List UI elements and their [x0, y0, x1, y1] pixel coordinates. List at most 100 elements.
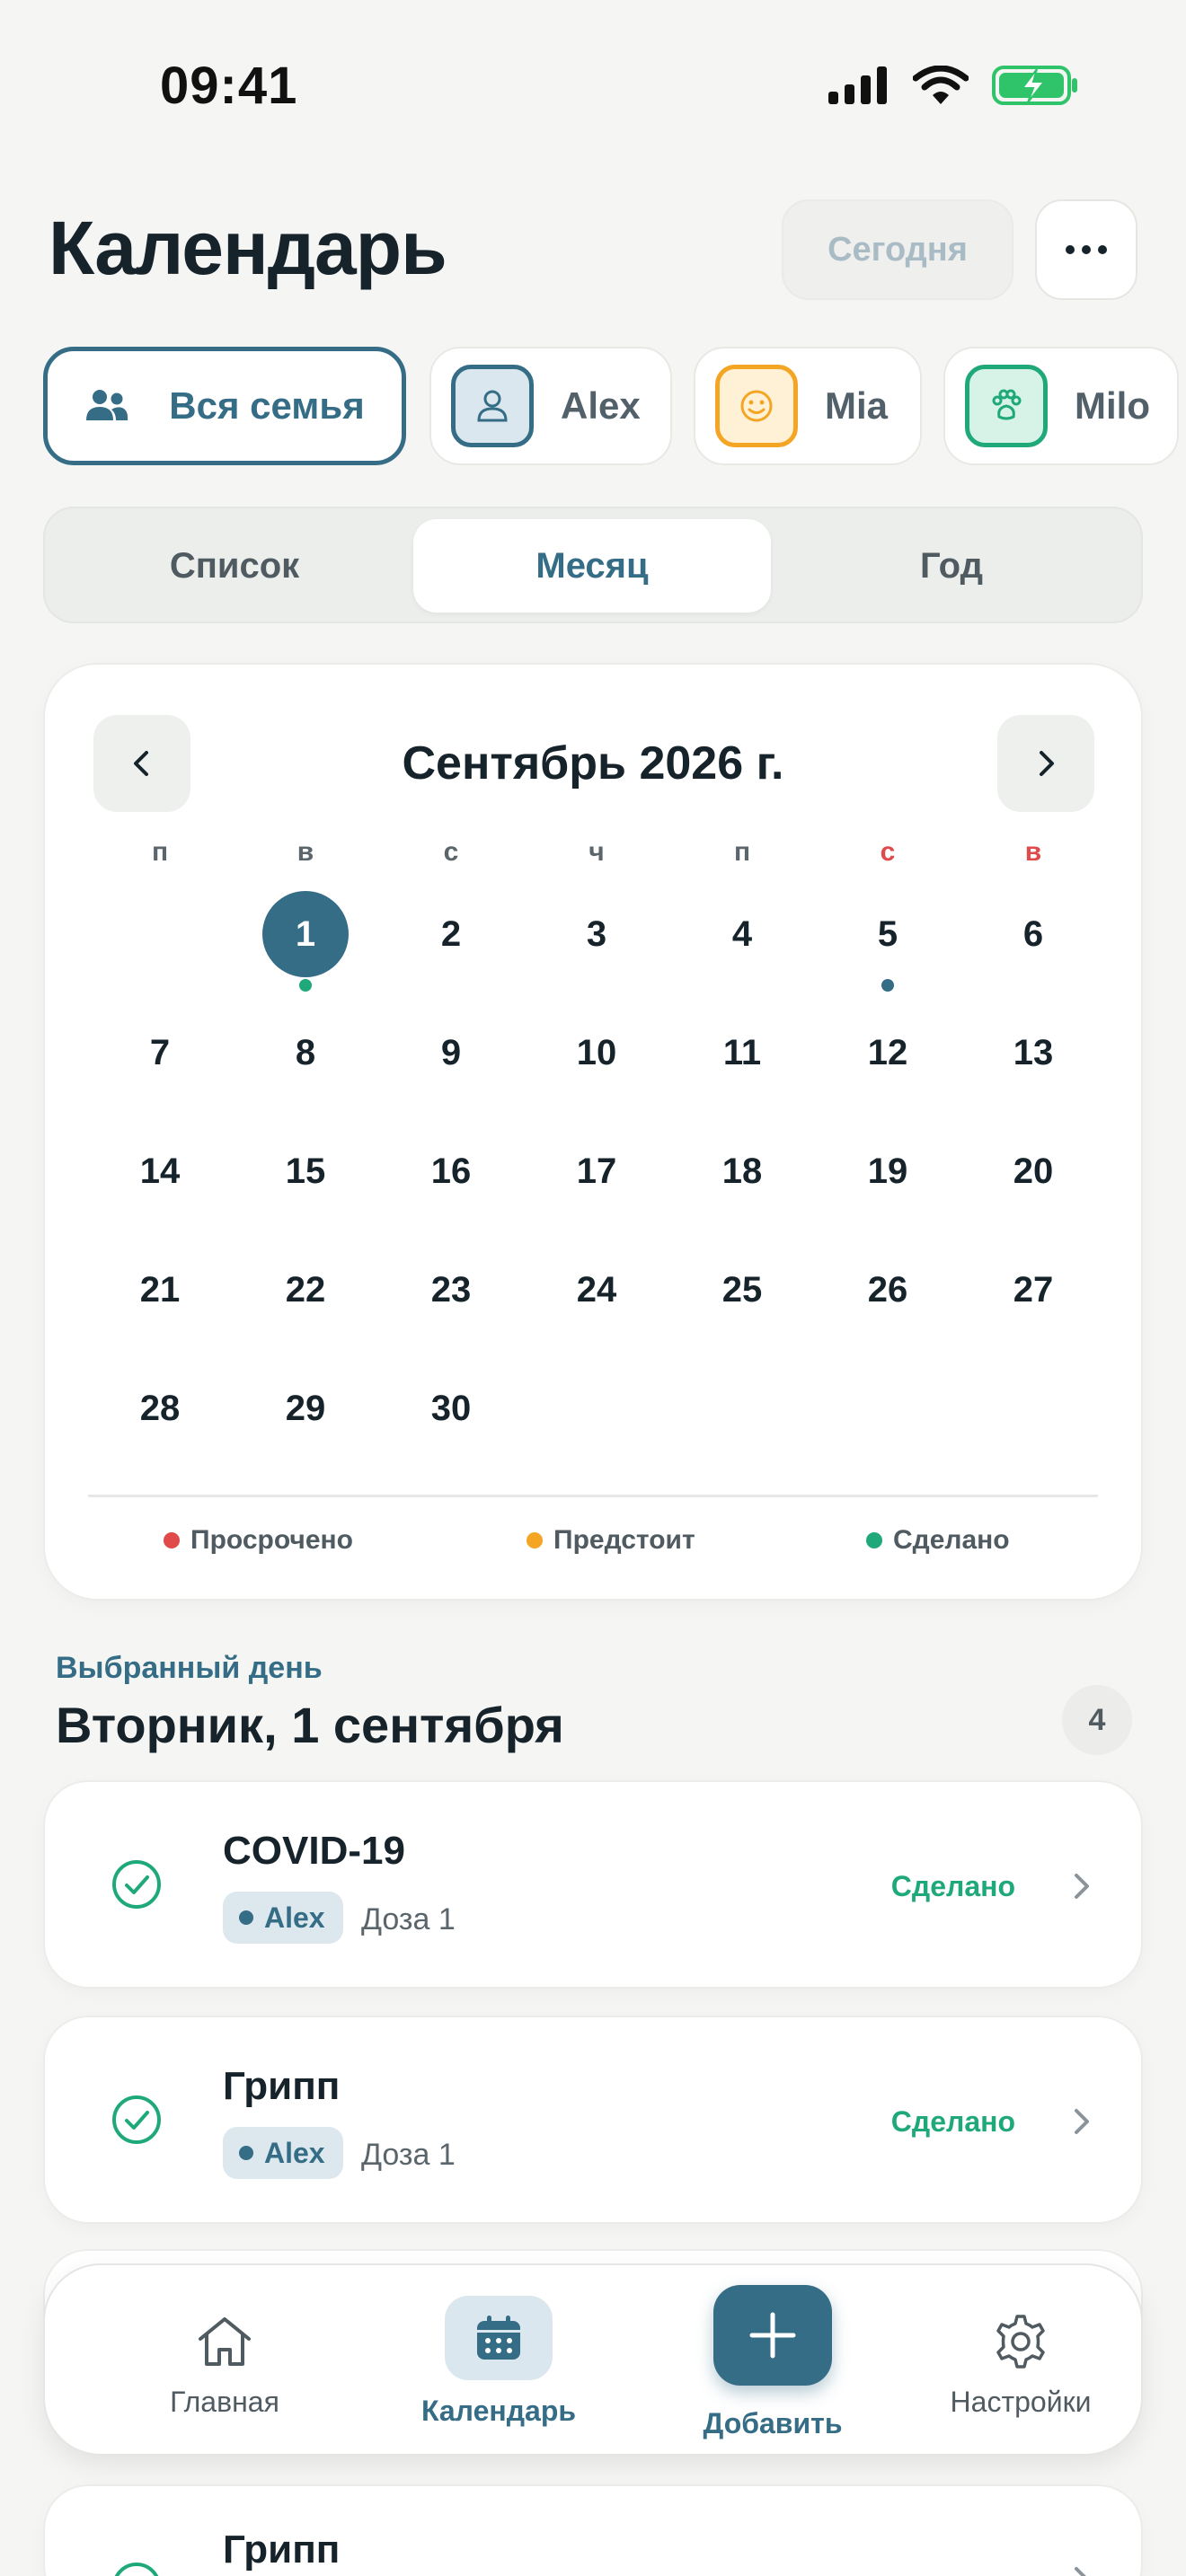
calendar-day[interactable]: 13: [990, 1010, 1076, 1096]
calendar-day[interactable]: 30: [408, 1365, 494, 1451]
calendar-day[interactable]: 11: [699, 1010, 785, 1096]
mia-avatar: [715, 365, 798, 447]
calendar-day[interactable]: 14: [117, 1128, 203, 1214]
today-button[interactable]: Сегодня: [782, 199, 1013, 300]
filter-chip-label: Alex: [561, 384, 641, 427]
nav-calendar[interactable]: Календарь: [377, 2265, 620, 2457]
event-dose: Доза 1: [361, 2138, 456, 2172]
check-circle-icon: [112, 1860, 161, 1909]
event-card[interactable]: Грипп Alex Доза 1 Сделано: [43, 2016, 1143, 2224]
selected-day-date: Вторник, 1 сентября: [56, 1697, 564, 1753]
nav-add[interactable]: Добавить: [647, 2265, 898, 2457]
view-segmented-control: Список Месяц Год: [43, 507, 1143, 623]
person-icon: [477, 390, 508, 422]
calendar-day[interactable]: 20: [990, 1128, 1076, 1214]
calendar-day[interactable]: 15: [262, 1128, 349, 1214]
status-icons: [828, 63, 1078, 108]
calendar-day[interactable]: 28: [117, 1365, 203, 1451]
calendar-day[interactable]: 18: [699, 1128, 785, 1214]
event-card[interactable]: COVID-19 Alex Доза 1 Сделано: [43, 1780, 1143, 1989]
calendar-day[interactable]: 4: [699, 891, 785, 977]
event-card[interactable]: Грипп: [43, 2484, 1143, 2576]
status-time: 09:41: [160, 57, 298, 115]
check-circle-icon: [114, 2563, 159, 2576]
calendar-day[interactable]: 5: [845, 891, 931, 977]
legend-upcoming-label: Предстоит: [553, 1525, 695, 1555]
wifi-icon: [913, 66, 969, 104]
filter-chip-alex[interactable]: Alex: [429, 347, 672, 465]
filter-chip-label: Milo: [1075, 384, 1150, 427]
weekday-label: с: [443, 837, 459, 867]
calendar-day[interactable]: 16: [408, 1128, 494, 1214]
bottom-navigation: Главная Календарь Добавить Настройки: [43, 2263, 1143, 2456]
more-icon: [1066, 245, 1107, 254]
smiley-icon: [740, 390, 773, 422]
legend-upcoming: Предстоит: [527, 1525, 695, 1556]
member-tag-label: Alex: [264, 1901, 325, 1934]
calendar-day[interactable]: 2: [408, 891, 494, 977]
calendar-day[interactable]: 7: [117, 1010, 203, 1096]
calendar-day[interactable]: 21: [117, 1247, 203, 1333]
home-icon: [199, 2317, 251, 2366]
calendar-day[interactable]: 26: [845, 1247, 931, 1333]
member-tag-label: Alex: [264, 2136, 325, 2169]
legend-overdue-label: Просрочено: [190, 1525, 353, 1555]
calendar-day[interactable]: 24: [553, 1247, 640, 1333]
filter-chip-label: Вся семья: [169, 384, 365, 427]
event-indicator-dot: [881, 979, 894, 992]
page-title: Календарь: [49, 206, 447, 290]
calendar-day[interactable]: 23: [408, 1247, 494, 1333]
calendar-day[interactable]: 22: [262, 1247, 349, 1333]
tab-list[interactable]: Список: [56, 519, 413, 613]
event-title: COVID-19: [223, 1829, 405, 1873]
chevron-right-icon: [1075, 2109, 1089, 2134]
filter-chip-label: Mia: [825, 384, 889, 427]
nav-home[interactable]: Главная: [99, 2265, 350, 2457]
legend-overdue: Просрочено: [164, 1525, 353, 1556]
weekday-label: п: [733, 837, 751, 867]
filter-chip-mia[interactable]: Mia: [694, 347, 922, 465]
tab-year[interactable]: Год: [773, 519, 1130, 613]
nav-calendar-label: Календарь: [420, 2395, 577, 2427]
event-title: Грипп: [223, 2064, 341, 2108]
filter-chip-milo[interactable]: Milo: [943, 347, 1179, 465]
nav-calendar-icon-wrap: [445, 2296, 553, 2380]
family-icon: [86, 390, 128, 420]
calendar-day-selected[interactable]: 1: [262, 891, 349, 977]
calendar-day[interactable]: 19: [845, 1128, 931, 1214]
event-title: Грипп: [223, 2527, 341, 2572]
calendar-day[interactable]: 9: [408, 1010, 494, 1096]
calendar-day[interactable]: 6: [990, 891, 1076, 977]
chevron-right-icon: [1075, 1874, 1089, 1899]
event-dose: Доза 1: [361, 1902, 456, 1936]
calendar-day[interactable]: 25: [699, 1247, 785, 1333]
calendar-day[interactable]: 12: [845, 1010, 931, 1096]
chevron-right-icon: [1075, 2567, 1086, 2576]
next-month-button[interactable]: [997, 715, 1094, 812]
calendar-day[interactable]: 27: [990, 1247, 1076, 1333]
selected-day-caption: Выбранный день: [56, 1651, 323, 1685]
member-tag: Alex: [223, 1892, 343, 1944]
nav-add-label: Добавить: [703, 2407, 843, 2439]
filter-chip-all-family[interactable]: Вся семья: [43, 347, 406, 465]
more-options-button[interactable]: [1035, 199, 1137, 300]
weekday-label: с: [880, 837, 896, 867]
check-circle-icon: [112, 2095, 161, 2144]
selected-day-count-badge: 4: [1062, 1685, 1132, 1755]
plus-icon: [749, 2312, 796, 2359]
member-dot: [239, 1910, 253, 1925]
calendar-day[interactable]: 3: [553, 891, 640, 977]
nav-settings[interactable]: Настройки: [904, 2265, 1137, 2457]
calendar-day[interactable]: 8: [262, 1010, 349, 1096]
legend-done-label: Сделано: [893, 1525, 1010, 1555]
legend-upcoming-dot: [527, 1532, 543, 1548]
event-status: Сделано: [890, 1870, 1015, 1902]
battery-charging-icon: [992, 66, 1077, 105]
event-status: Сделано: [890, 2105, 1015, 2138]
calendar-day[interactable]: 29: [262, 1365, 349, 1451]
calendar-day[interactable]: 17: [553, 1128, 640, 1214]
tab-month[interactable]: Месяц: [413, 519, 771, 613]
calendar-day[interactable]: 10: [553, 1010, 640, 1096]
add-button[interactable]: [713, 2285, 832, 2386]
chevron-right-icon: [1040, 751, 1054, 776]
